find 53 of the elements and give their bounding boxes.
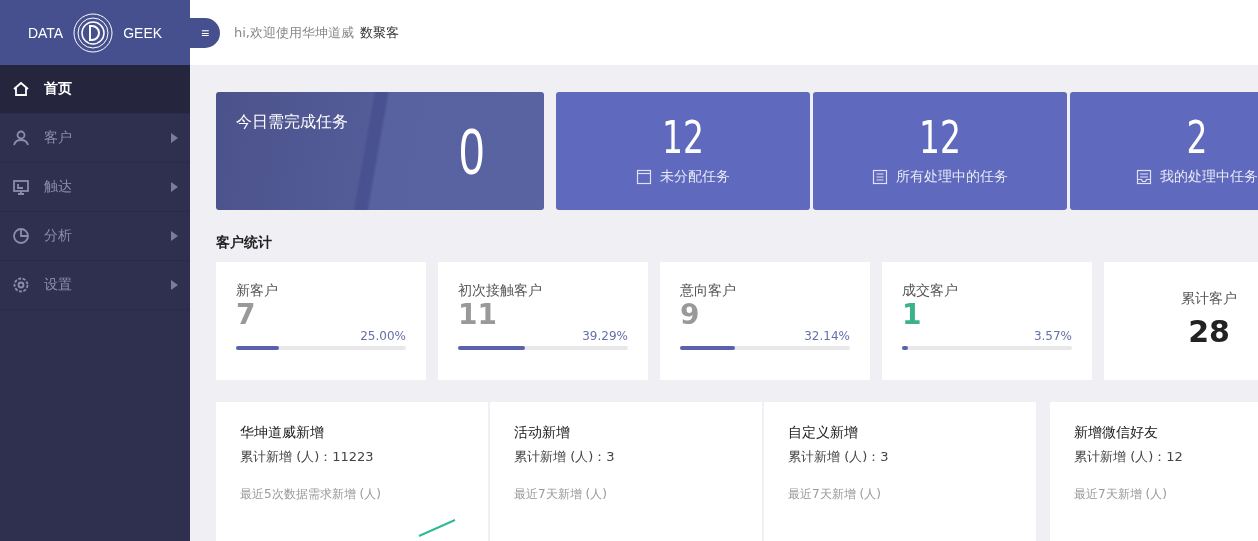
task-count: 2 [1186,116,1208,160]
logo-text: GEEK [123,24,163,41]
section-title: 客户统计 [216,234,272,252]
chart-caption: 最近7天新增 (人) [788,486,881,503]
stat-label: 初次接触客户 [458,282,543,300]
task-card[interactable]: 12 未分配任务 [556,92,810,210]
card-title: 活动新增 [514,424,570,442]
task-count: 12 [919,116,961,160]
stat-value: 11 [458,300,497,331]
card-title: 华坤道威新增 [240,424,324,442]
greeting-text: hi,欢迎使用华坤道威 [234,23,354,42]
chart-caption: 最近7天新增 (人) [514,486,607,503]
task-label: 我的处理中任务 [1160,168,1258,186]
total-text: 累计新增 (人)：3 [788,448,889,466]
menu-toggle-button[interactable]: ≡ [190,17,220,48]
user-name: 数聚客 [360,23,399,42]
card-title: 自定义新增 [788,424,858,442]
percent-text: 39.29% [582,328,628,343]
stat-label: 成交客户 [902,282,959,300]
list-icon [872,169,888,185]
task-card[interactable]: 2 我的处理中任务 [1070,92,1258,210]
sidebar-item[interactable]: 首页 [0,65,190,114]
card-title: 新增微信好友 [1074,424,1158,442]
task-label: 未分配任务 [660,168,730,186]
home-icon [12,80,30,98]
chart-caption: 最近7天新增 (人) [1074,486,1167,503]
logo-text: DATA [27,24,64,41]
task-count: 12 [662,116,704,160]
window-icon [636,169,652,185]
percent-text: 3.57% [1033,328,1072,343]
user-icon [12,129,30,147]
stat-value: 7 [236,300,256,331]
logo-icon [73,12,114,53]
settings-icon [12,276,30,294]
chart-caption: 最近5次数据需求新增 (人) [240,486,381,503]
stat-label: 新客户 [236,282,279,300]
task-label: 所有处理中的任务 [896,168,1008,186]
percent-text: 25.00% [360,328,406,343]
percent-text: 32.14% [804,328,850,343]
pie-chart-icon [12,227,30,245]
monitor-icon [12,178,30,196]
stat-label: 累计客户 [1181,290,1237,308]
total-text: 累计新增 (人)：12 [1074,448,1183,466]
task-count: 0 [459,120,485,190]
stat-label: 意向客户 [680,282,737,300]
stat-value: 28 [1188,314,1230,349]
tray-icon [1136,169,1152,185]
task-card[interactable]: 12 所有处理中的任务 [813,92,1067,210]
total-text: 累计新增 (人)：11223 [240,448,374,466]
stat-value: 1 [902,300,922,331]
stat-value: 9 [680,300,700,331]
total-text: 累计新增 (人)：3 [514,448,615,466]
card-title: 今日需完成任务 [236,112,348,133]
